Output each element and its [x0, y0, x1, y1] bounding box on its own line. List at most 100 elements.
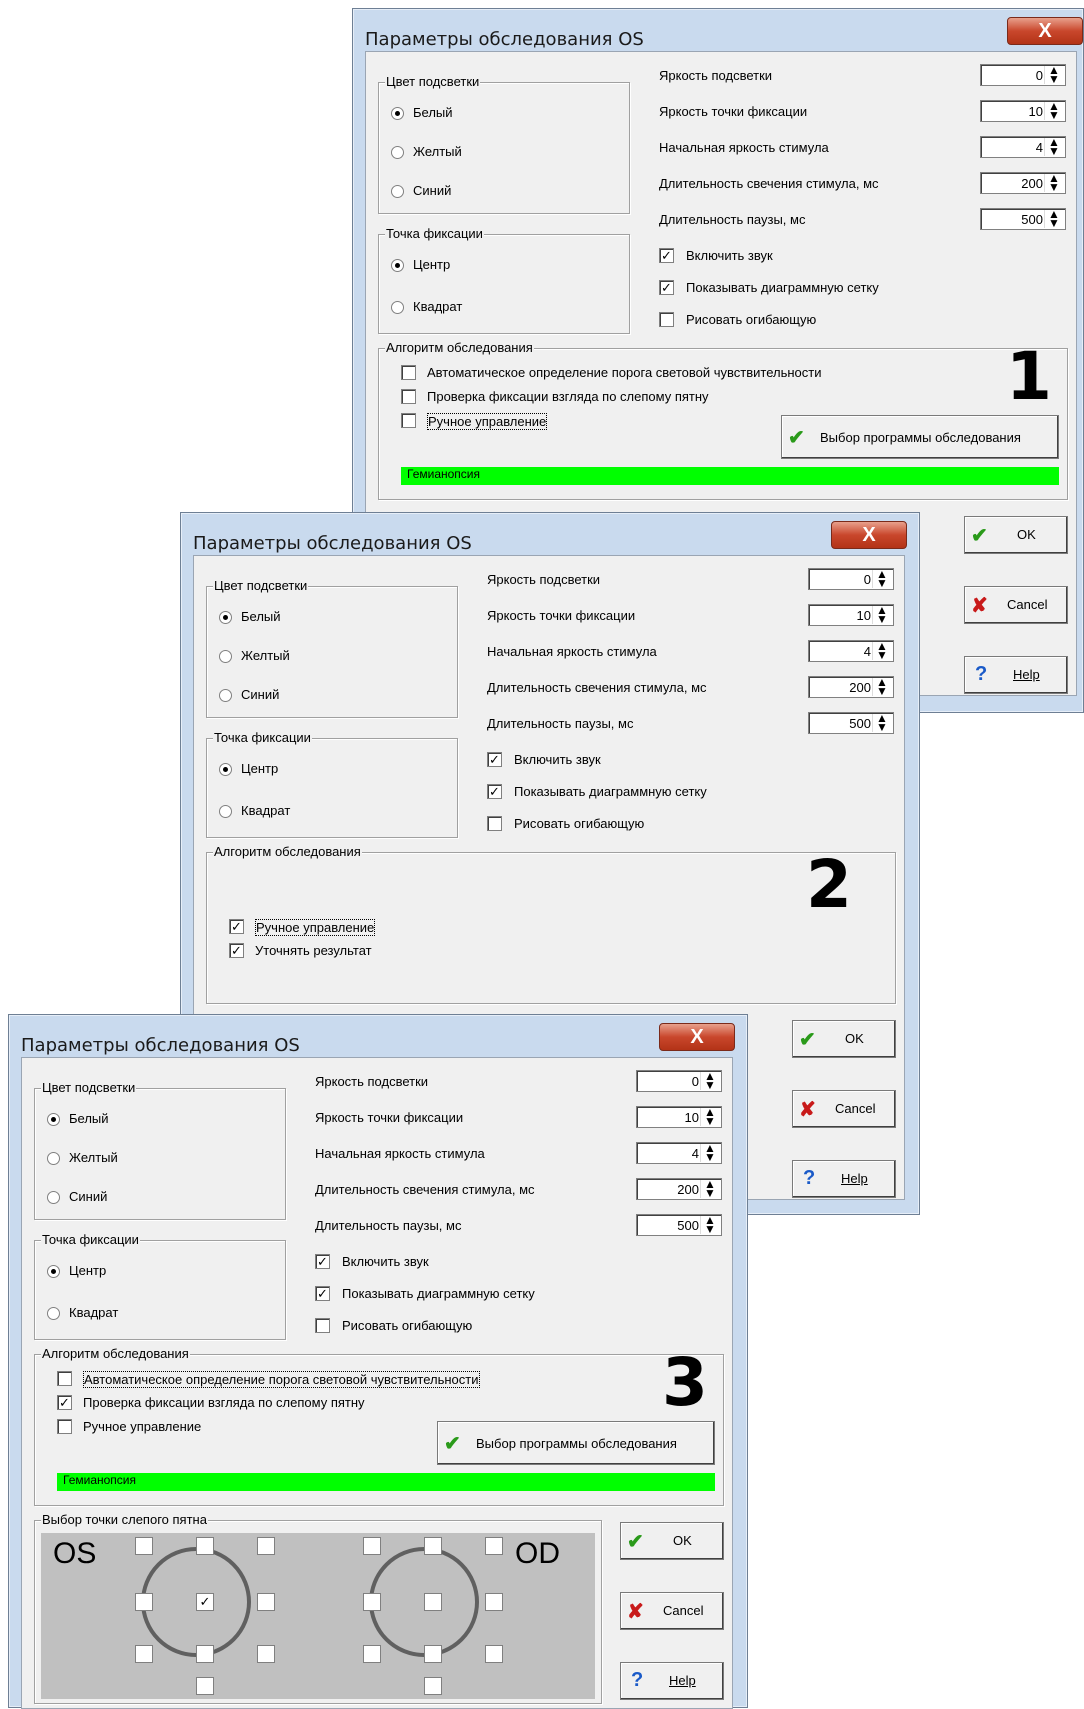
close-button[interactable]: X [1007, 17, 1083, 45]
param-spin[interactable]: 4 ▲ ▼ [636, 1142, 722, 1164]
param-spin[interactable]: 200 ▲ ▼ [808, 676, 894, 698]
radio-center[interactable] [47, 1265, 60, 1278]
blind-spot-checkbox[interactable] [363, 1593, 381, 1611]
radio-square[interactable] [219, 805, 232, 818]
spin-arrows-icon[interactable]: ▲ ▼ [872, 676, 891, 697]
blind-spot-checkbox[interactable] [196, 1537, 214, 1555]
spin-arrows-icon[interactable]: ▲ ▼ [1044, 64, 1063, 85]
param-spin[interactable]: 500 ▲ ▼ [636, 1214, 722, 1236]
blind-spot-checkbox[interactable] [424, 1537, 442, 1555]
radio-white[interactable] [219, 611, 232, 624]
help-button[interactable]: ? Help [620, 1662, 724, 1700]
spin-arrows-icon[interactable]: ▲ ▼ [872, 712, 891, 733]
close-icon: X [690, 1026, 704, 1048]
param-spin[interactable]: 10 ▲ ▼ [636, 1106, 722, 1128]
grid-checkbox[interactable]: ✓ [487, 784, 502, 799]
spin-arrows-icon[interactable]: ▲ ▼ [1044, 172, 1063, 193]
radio-yellow[interactable] [219, 650, 232, 663]
blind-spot-checkbox[interactable] [485, 1593, 503, 1611]
blind-spot-checkbox[interactable] [485, 1645, 503, 1663]
blind-spot-checkbox[interactable] [363, 1537, 381, 1555]
auto-threshold-checkbox[interactable] [401, 365, 416, 380]
sound-checkbox[interactable]: ✓ [659, 248, 674, 263]
spin-arrows-icon[interactable]: ▲ ▼ [700, 1070, 719, 1091]
close-button[interactable]: X [659, 1023, 735, 1051]
ok-button[interactable]: ✔ OK [964, 516, 1068, 554]
manual-control-checkbox[interactable] [57, 1419, 72, 1434]
blind-spot-checkbox[interactable]: ✓ [196, 1593, 214, 1611]
param-spin[interactable]: 500 ▲ ▼ [808, 712, 894, 734]
ok-button[interactable]: ✔ OK [620, 1522, 724, 1560]
radio-blue[interactable] [391, 185, 404, 198]
grid-checkbox[interactable]: ✓ [659, 280, 674, 295]
radio-white[interactable] [391, 107, 404, 120]
param-spin[interactable]: 4 ▲ ▼ [980, 136, 1066, 158]
spin-arrows-icon[interactable]: ▲ ▼ [872, 640, 891, 661]
close-button[interactable]: X [831, 521, 907, 549]
spin-arrows-icon[interactable]: ▲ ▼ [1044, 100, 1063, 121]
radio-center[interactable] [219, 763, 232, 776]
spin-arrows-icon[interactable]: ▲ ▼ [872, 568, 891, 589]
ok-button[interactable]: ✔ OK [792, 1020, 896, 1058]
blind-spot-check-checkbox[interactable]: ✓ [57, 1395, 72, 1410]
blind-spot-check-checkbox[interactable] [401, 389, 416, 404]
param-spin[interactable]: 10 ▲ ▼ [980, 100, 1066, 122]
param-spin[interactable]: 200 ▲ ▼ [636, 1178, 722, 1200]
radio-blue[interactable] [47, 1191, 60, 1204]
blind-spot-checkbox[interactable] [135, 1645, 153, 1663]
radio-center[interactable] [391, 259, 404, 272]
spin-arrows-icon[interactable]: ▲ ▼ [872, 604, 891, 625]
envelope-label: Рисовать огибающую [342, 1318, 473, 1333]
param-spin[interactable]: 0 ▲ ▼ [980, 64, 1066, 86]
manual-control-checkbox[interactable] [401, 413, 416, 428]
envelope-checkbox[interactable] [315, 1318, 330, 1333]
blind-spot-checkbox[interactable] [424, 1677, 442, 1695]
envelope-checkbox[interactable] [659, 312, 674, 327]
param-spin[interactable]: 4 ▲ ▼ [808, 640, 894, 662]
blind-spot-checkbox[interactable] [363, 1645, 381, 1663]
select-program-button[interactable]: ✔ Выбор программы обследования [437, 1421, 715, 1465]
checkmark-icon: ✔ [799, 1029, 816, 1051]
radio-blue[interactable] [219, 689, 232, 702]
spin-arrows-icon[interactable]: ▲ ▼ [700, 1106, 719, 1127]
spin-arrows-icon[interactable]: ▲ ▼ [700, 1178, 719, 1199]
spin-arrows-icon[interactable]: ▲ ▼ [1044, 136, 1063, 157]
param-spin[interactable]: 0 ▲ ▼ [636, 1070, 722, 1092]
blind-spot-checkbox[interactable] [257, 1645, 275, 1663]
blind-spot-checkbox[interactable] [135, 1593, 153, 1611]
radio-white[interactable] [47, 1113, 60, 1126]
spin-arrows-icon[interactable]: ▲ ▼ [1044, 208, 1063, 229]
param-spin[interactable]: 200 ▲ ▼ [980, 172, 1066, 194]
manual-control-checkbox[interactable]: ✓ [229, 919, 244, 934]
grid-checkbox[interactable]: ✓ [315, 1286, 330, 1301]
blind-spot-checkbox[interactable] [196, 1677, 214, 1695]
radio-square[interactable] [391, 301, 404, 314]
refine-result-checkbox[interactable]: ✓ [229, 943, 244, 958]
radio-yellow[interactable] [391, 146, 404, 159]
blind-spot-checkbox[interactable] [257, 1537, 275, 1555]
envelope-checkbox[interactable] [487, 816, 502, 831]
blind-spot-checkbox[interactable] [424, 1645, 442, 1663]
blind-spot-checkbox[interactable] [196, 1645, 214, 1663]
cancel-button[interactable]: ✘ Cancel [792, 1090, 896, 1128]
blind-spot-checkbox[interactable] [135, 1537, 153, 1555]
spin-arrows-icon[interactable]: ▲ ▼ [700, 1214, 719, 1235]
help-button[interactable]: ? Help [964, 656, 1068, 694]
auto-threshold-checkbox[interactable] [57, 1371, 72, 1386]
param-spin[interactable]: 0 ▲ ▼ [808, 568, 894, 590]
blind-spot-checkbox[interactable] [485, 1537, 503, 1555]
help-button[interactable]: ? Help [792, 1160, 896, 1198]
blind-spot-checkbox[interactable] [257, 1593, 275, 1611]
sound-checkbox[interactable]: ✓ [315, 1254, 330, 1269]
blind-spot-checkbox[interactable] [424, 1593, 442, 1611]
spin-arrows-icon[interactable]: ▲ ▼ [700, 1142, 719, 1163]
sound-checkbox[interactable]: ✓ [487, 752, 502, 767]
radio-square[interactable] [47, 1307, 60, 1320]
blind-spot-grid: OS OD ✓ [41, 1533, 595, 1699]
param-spin[interactable]: 10 ▲ ▼ [808, 604, 894, 626]
cancel-button[interactable]: ✘ Cancel [620, 1592, 724, 1630]
select-program-button[interactable]: ✔ Выбор программы обследования [781, 415, 1059, 459]
param-spin[interactable]: 500 ▲ ▼ [980, 208, 1066, 230]
radio-yellow[interactable] [47, 1152, 60, 1165]
cancel-button[interactable]: ✘ Cancel [964, 586, 1068, 624]
